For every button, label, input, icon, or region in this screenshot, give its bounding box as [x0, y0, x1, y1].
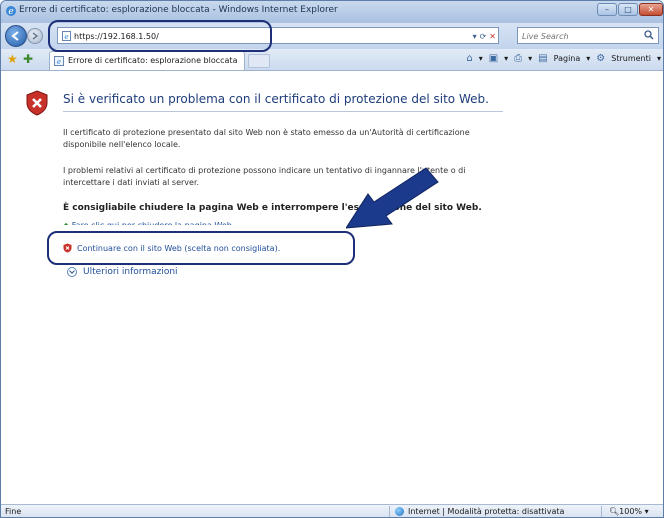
zoom-value: 100% — [619, 507, 643, 516]
back-arrow-icon — [11, 31, 19, 41]
status-separator — [389, 506, 390, 517]
close-window-button[interactable]: ✕ — [639, 3, 663, 16]
search-input[interactable] — [522, 29, 632, 43]
more-info-label: Ulteriori informazioni — [83, 267, 178, 277]
add-favorite-icon[interactable]: ✚ — [23, 52, 33, 66]
continue-link-highlight — [47, 231, 355, 265]
svg-text:e: e — [8, 7, 13, 17]
status-bar: Fine Internet | Modalità protetta: disat… — [1, 504, 663, 517]
search-box[interactable] — [517, 27, 659, 44]
print-icon[interactable]: ⎙ — [514, 53, 522, 64]
page-menu-icon: ▤ — [538, 53, 548, 64]
status-text: Fine — [5, 507, 22, 516]
close-page-link[interactable]: ◆ Fare clic qui per chiudere la pagina W… — [63, 221, 235, 230]
maximize-button[interactable]: □ — [618, 3, 638, 16]
window-controls: – □ ✕ — [597, 3, 663, 16]
forward-arrow-icon — [32, 32, 39, 40]
home-icon[interactable]: ⌂ — [466, 53, 472, 64]
feeds-icon[interactable]: ▣ — [489, 53, 498, 64]
browser-window: e Errore di certificato: esplorazione bl… — [0, 0, 664, 518]
tools-gear-icon: ⚙ — [596, 53, 606, 64]
title-divider — [63, 111, 503, 112]
stop-icon[interactable]: ✕ — [489, 32, 496, 41]
tab-label: Errore di certificato: esplorazione bloc… — [68, 56, 238, 65]
internet-globe-icon — [395, 507, 404, 516]
command-bar: ⌂ ▾ ▣ ▾ ⎙ ▾ ▤ Pagina ▾ ⚙ Strumenti ▾ — [466, 53, 661, 64]
page-dropdown-icon[interactable]: ▾ — [586, 54, 590, 63]
address-bar-highlight — [48, 20, 272, 52]
forward-button[interactable] — [27, 28, 43, 44]
ie-logo-icon: e — [6, 6, 16, 17]
pointer-arrow-icon — [346, 167, 439, 229]
green-check-icon: ◆ — [63, 221, 70, 230]
tab-bar: ★ ✚ e Errore di certificato: esplorazion… — [1, 49, 663, 71]
window-title: Errore di certificato: esplorazione bloc… — [19, 5, 338, 15]
certificate-explanation: Il certificato di protezione presentato … — [63, 128, 470, 149]
error-shield-icon — [26, 90, 48, 116]
new-tab-button[interactable] — [248, 54, 270, 68]
back-button[interactable] — [5, 25, 27, 47]
search-icon[interactable] — [644, 30, 654, 40]
svg-text:e: e — [57, 58, 61, 66]
feeds-dropdown-icon[interactable]: ▾ — [504, 54, 508, 63]
status-separator — [601, 506, 602, 517]
home-dropdown-icon[interactable]: ▾ — [479, 54, 483, 63]
print-dropdown-icon[interactable]: ▾ — [528, 54, 532, 63]
favorites-star-icon[interactable]: ★ — [7, 52, 18, 66]
page-content: Si è verificato un problema con il certi… — [1, 72, 663, 504]
close-page-link-label: Fare clic qui per chiudere la pagina Web… — [71, 221, 235, 230]
certificate-error-tab-icon: e — [54, 56, 64, 66]
tools-menu[interactable]: Strumenti — [611, 54, 651, 63]
security-zone[interactable]: Internet | Modalità protetta: disattivat… — [395, 507, 564, 516]
page-title: Si è verificato un problema con il certi… — [63, 92, 489, 106]
security-zone-label: Internet | Modalità protetta: disattivat… — [408, 507, 565, 516]
zoom-level[interactable]: 🔍︎100% ▾ — [609, 507, 649, 516]
dropdown-arrow-icon[interactable]: ▾ — [473, 32, 477, 41]
page-menu[interactable]: Pagina — [554, 54, 581, 63]
address-tools: ▾ ⟳ ✕ — [473, 29, 496, 43]
refresh-icon[interactable]: ⟳ — [480, 32, 487, 41]
expand-chevron-icon — [67, 267, 77, 277]
minimize-button[interactable]: – — [597, 3, 617, 16]
more-info-link[interactable]: Ulteriori informazioni — [67, 267, 178, 277]
tools-dropdown-icon[interactable]: ▾ — [657, 54, 661, 63]
tab-current[interactable]: e Errore di certificato: esplorazione bl… — [49, 51, 245, 70]
